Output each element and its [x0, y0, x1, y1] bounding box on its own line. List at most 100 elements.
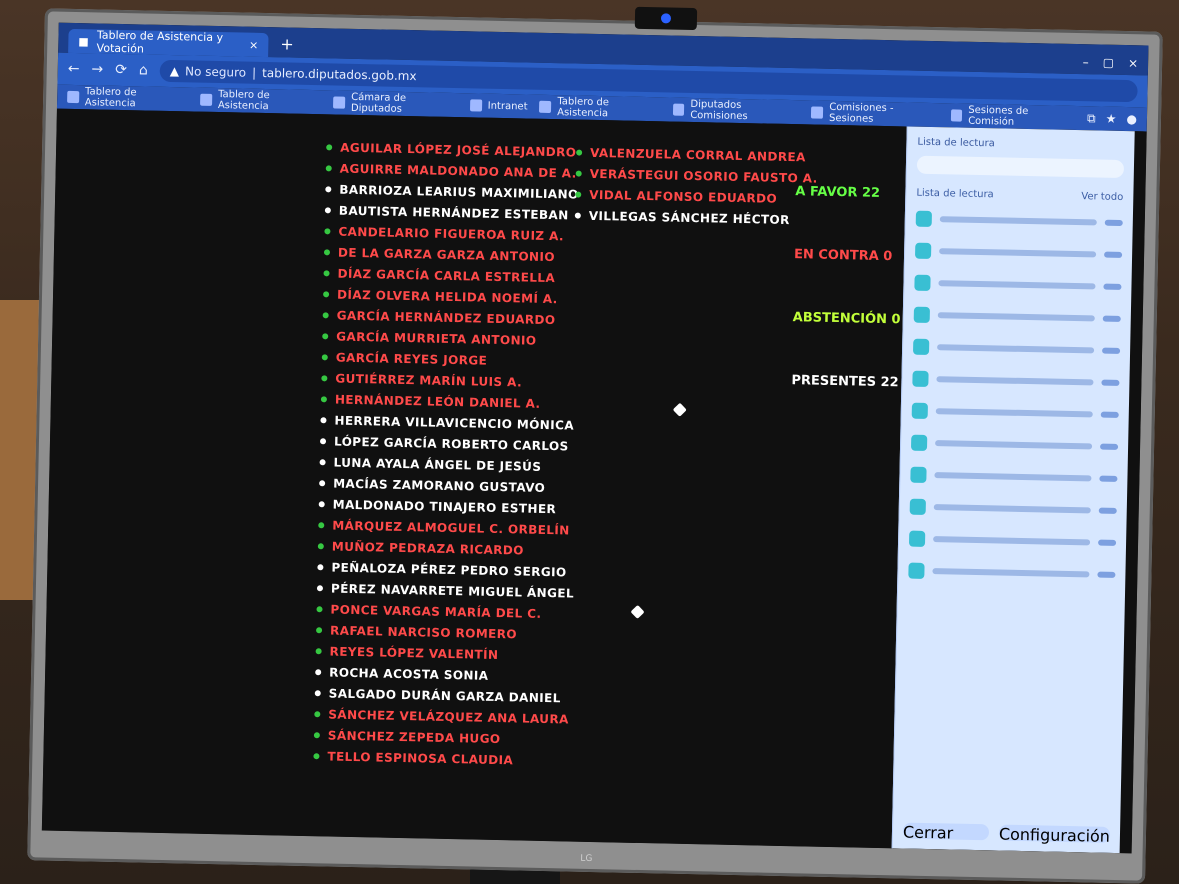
- member-row: VILLEGAS SÁNCHEZ HÉCTOR: [574, 205, 817, 231]
- close-tab-icon[interactable]: ×: [249, 38, 258, 51]
- minimize-icon[interactable]: –: [1083, 55, 1089, 69]
- profile-icon[interactable]: ●: [1126, 112, 1137, 127]
- panel-item[interactable]: [911, 401, 1119, 425]
- bookmark[interactable]: Cámara de Diputados: [333, 91, 458, 116]
- panel-item-actions[interactable]: [1103, 283, 1122, 290]
- panel-item-actions[interactable]: [1098, 539, 1117, 546]
- panel-item[interactable]: [908, 561, 1116, 585]
- bookmark[interactable]: Sesiones de Comisión: [950, 104, 1075, 129]
- panel-header-left: Lista de lectura: [916, 187, 994, 201]
- panel-item[interactable]: [912, 337, 1121, 361]
- reload-icon[interactable]: ⟳: [115, 62, 127, 78]
- panel-item[interactable]: [909, 497, 1117, 521]
- panel-item-actions[interactable]: [1101, 379, 1120, 386]
- presence-dot-icon: [325, 164, 332, 171]
- bookmark[interactable]: Intranet: [469, 99, 528, 113]
- maximize-icon[interactable]: ▢: [1103, 56, 1115, 70]
- bookmark[interactable]: Tablero de Asistencia: [539, 96, 661, 121]
- presence-dot-icon: [313, 752, 320, 759]
- panel-settings-button[interactable]: Configuración: [999, 824, 1111, 846]
- panel-item-actions[interactable]: [1100, 443, 1119, 450]
- panel-item[interactable]: [910, 433, 1119, 457]
- panel-item-icon: [915, 210, 932, 228]
- member-name: LUNA AYALA ÁNGEL DE JESÚS: [333, 455, 542, 474]
- browser-tab[interactable]: ■ Tablero de Asistencia y Votación ×: [68, 28, 269, 58]
- tab-favicon-icon: ■: [78, 34, 89, 48]
- toolbar-icons: ⧉ ★ ●: [1087, 111, 1137, 127]
- count-en-contra: EN CONTRA 0: [793, 247, 893, 265]
- panel-item-text: [939, 248, 1097, 258]
- member-row: TELLO ESPINOSA CLAUDIA: [313, 745, 570, 771]
- bookmark[interactable]: Tablero de Asistencia: [67, 86, 189, 111]
- panel-footer: Cerrar Configuración: [903, 822, 1111, 846]
- member-name: VALENZUELA CORRAL ANDREA: [590, 145, 806, 164]
- panel-item-actions[interactable]: [1100, 411, 1119, 418]
- member-name: MÁRQUEZ ALMOGUEL C. ORBELÍN: [332, 518, 570, 537]
- panel-item[interactable]: [914, 241, 1123, 265]
- panel-item-icon: [911, 402, 928, 419]
- vote-counts: A FAVOR 22 EN CONTRA 0 ABSTENCIÓN 0 PRES…: [791, 184, 903, 390]
- panel-item-actions[interactable]: [1104, 219, 1123, 227]
- bookmark[interactable]: Tablero de Asistencia: [200, 89, 322, 114]
- attendance-board: AGUILAR LÓPEZ JOSÉ ALEJANDRO AGUIRRE MALD…: [41, 108, 1147, 854]
- presence-dot-icon: [315, 668, 322, 675]
- bookmark-icon: [811, 106, 824, 119]
- member-name: RAFAEL NARCISO ROMERO: [329, 622, 518, 641]
- new-tab-button[interactable]: +: [268, 34, 306, 58]
- member-name: GUTIÉRREZ MARÍN LUIS A.: [335, 371, 523, 389]
- panel-item-actions[interactable]: [1104, 251, 1123, 258]
- presence-dot-icon: [319, 458, 326, 465]
- close-window-icon[interactable]: ×: [1128, 56, 1138, 70]
- home-icon[interactable]: ⌂: [139, 62, 148, 78]
- panel-item-actions[interactable]: [1102, 347, 1121, 354]
- member-name: AGUIRRE MALDONADO ANA DE A.: [339, 161, 577, 181]
- bookmark[interactable]: Comisiones - Sesiones: [811, 101, 939, 126]
- panel-item-text: [935, 440, 1093, 450]
- panel-item-text: [939, 216, 1097, 226]
- presence-dot-icon: [314, 689, 321, 696]
- member-name: AGUILAR LÓPEZ JOSÉ ALEJANDRO: [340, 140, 577, 160]
- panel-title: Lista de lectura: [917, 136, 995, 150]
- panel-header-right[interactable]: Ver todo: [1081, 191, 1123, 203]
- panel-item[interactable]: [915, 209, 1123, 233]
- panel-item-text: [935, 408, 1093, 418]
- panel-item-icon: [914, 274, 931, 291]
- panel-item[interactable]: [908, 529, 1117, 553]
- member-name: VIDAL ALFONSO EDUARDO: [589, 187, 778, 206]
- forward-icon[interactable]: →: [91, 61, 103, 77]
- member-name: TELLO ESPINOSA CLAUDIA: [327, 748, 514, 767]
- member-name: CANDELARIO FIGUEROA RUIZ A.: [338, 224, 565, 243]
- presence-dot-icon: [321, 353, 328, 360]
- bookmark-label: Tablero de Asistencia: [84, 86, 137, 110]
- panel-item-actions[interactable]: [1099, 475, 1118, 482]
- monitor: ■ Tablero de Asistencia y Votación × + –…: [27, 6, 1163, 884]
- panel-item-text: [933, 504, 1091, 514]
- presence-dot-icon: [313, 731, 320, 738]
- panel-item[interactable]: [910, 465, 1118, 489]
- member-name: MALDONADO TINAJERO ESTHER: [332, 497, 557, 516]
- count-abstencion: ABSTENCIÓN 0: [792, 310, 901, 328]
- presence-dot-icon: [320, 395, 327, 402]
- presence-dot-icon: [324, 206, 331, 213]
- panel-item-actions[interactable]: [1102, 315, 1121, 322]
- panel-close-button[interactable]: Cerrar: [903, 822, 990, 843]
- panel-item-actions[interactable]: [1097, 571, 1116, 578]
- back-icon[interactable]: ←: [68, 61, 80, 77]
- star-icon[interactable]: ★: [1106, 111, 1117, 126]
- window-controls: – ▢ ×: [1072, 55, 1148, 76]
- presence-dot-icon: [575, 191, 582, 198]
- panel-item-actions[interactable]: [1098, 507, 1117, 514]
- bookmark-label: Intranet: [487, 100, 528, 113]
- presence-dot-icon: [574, 212, 581, 219]
- presence-dot-icon: [316, 584, 324, 591]
- panel-item[interactable]: [913, 305, 1121, 329]
- member-name: LÓPEZ GARCÍA ROBERTO CARLOS: [333, 434, 569, 453]
- panel-item[interactable]: [912, 369, 1120, 393]
- panel-item[interactable]: [914, 273, 1122, 297]
- member-name: GARCÍA REYES JORGE: [335, 350, 488, 368]
- bookmark[interactable]: Diputados Comisiones: [672, 99, 799, 124]
- bookmark-icon: [672, 103, 685, 116]
- presence-dot-icon: [575, 170, 582, 177]
- panel-search-input[interactable]: [916, 155, 1125, 179]
- extensions-icon[interactable]: ⧉: [1087, 111, 1096, 126]
